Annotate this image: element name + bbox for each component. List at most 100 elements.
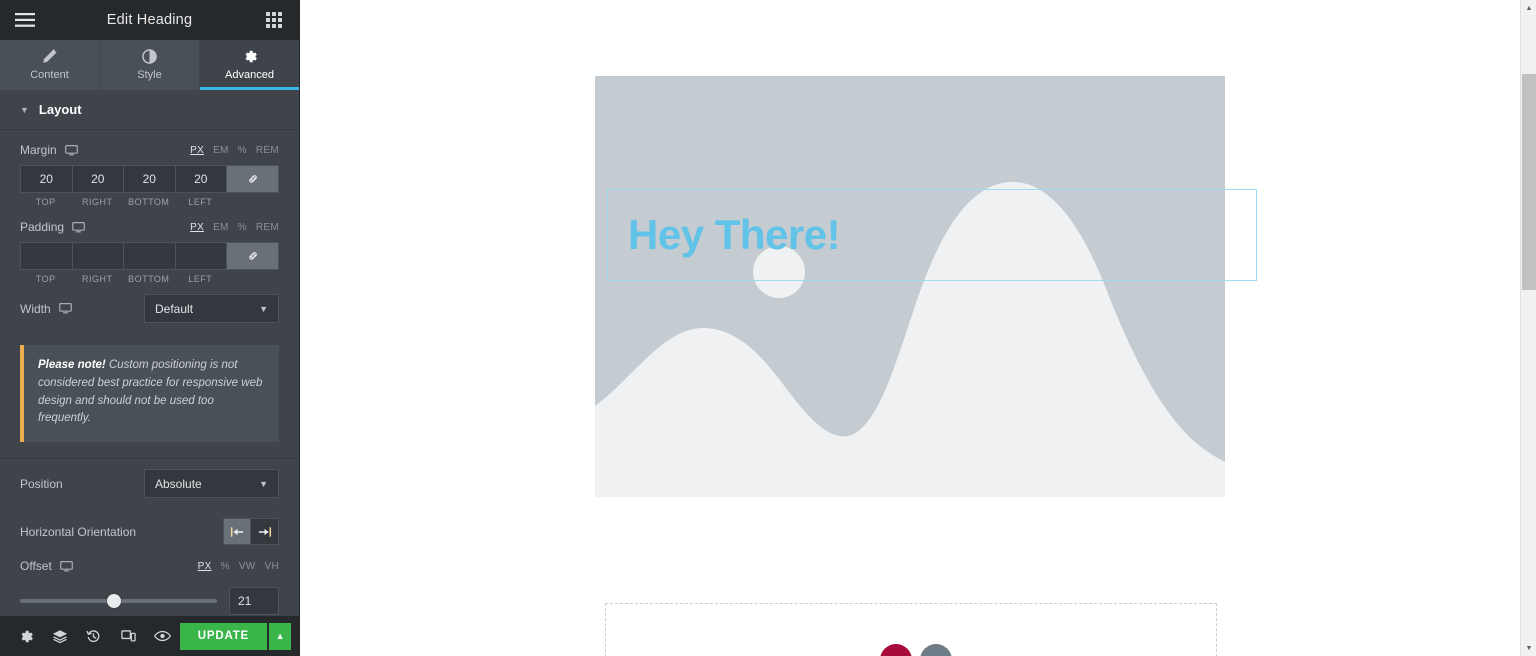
margin-unit-em[interactable]: EM bbox=[213, 145, 229, 156]
padding-link-values-toggle[interactable] bbox=[226, 242, 279, 270]
width-control: Width Default ▼ bbox=[0, 284, 299, 333]
offset-unit-px[interactable]: PX bbox=[198, 561, 212, 572]
padding-side-labels: TOP RIGHT BOTTOM LEFT bbox=[20, 274, 279, 284]
hamburger-menu-icon[interactable] bbox=[12, 7, 38, 33]
width-label: Width bbox=[20, 302, 72, 316]
scroll-down-arrow-icon[interactable]: ▼ bbox=[1521, 640, 1536, 656]
chevron-down-icon: ▼ bbox=[259, 303, 268, 314]
offset-label-row: Offset PX % VW VH bbox=[20, 559, 279, 573]
offset-label: Offset bbox=[20, 559, 52, 574]
panel-header: Edit Heading bbox=[0, 0, 299, 40]
tab-advanced[interactable]: Advanced bbox=[200, 40, 299, 90]
tab-style[interactable]: Style bbox=[100, 40, 200, 90]
padding-left-input[interactable] bbox=[174, 242, 226, 270]
margin-label-bottom: BOTTOM bbox=[128, 197, 170, 207]
align-left-icon[interactable] bbox=[223, 518, 251, 546]
update-options-caret-icon[interactable]: ▲ bbox=[269, 622, 292, 650]
margin-inputs: 20 20 20 20 bbox=[20, 165, 279, 193]
padding-units: PX EM % REM bbox=[190, 222, 279, 233]
chevron-down-icon: ▼ bbox=[20, 104, 29, 115]
section-layout-title: Layout bbox=[38, 102, 82, 117]
editor-canvas: Hey There! bbox=[300, 0, 1520, 656]
panel-title: Edit Heading bbox=[106, 12, 193, 28]
panel-tabs: Content Style Advanced bbox=[0, 40, 299, 90]
offset-unit-pct[interactable]: % bbox=[221, 561, 230, 572]
margin-label-top: TOP bbox=[35, 197, 56, 207]
page-scrollbar[interactable]: ▲ ▼ bbox=[1520, 0, 1536, 656]
margin-link-values-toggle[interactable] bbox=[226, 165, 279, 193]
margin-right-input[interactable]: 20 bbox=[71, 165, 123, 193]
offset-value-input[interactable]: 21 bbox=[229, 587, 279, 616]
align-right-icon[interactable] bbox=[251, 518, 279, 546]
offset-unit-vh[interactable]: VH bbox=[265, 561, 280, 572]
margin-label-right: RIGHT bbox=[82, 197, 113, 207]
heading-widget[interactable]: Hey There! bbox=[607, 189, 1257, 281]
margin-units: PX EM % REM bbox=[190, 145, 279, 156]
padding-inputs bbox=[20, 242, 279, 270]
padding-unit-px[interactable]: PX bbox=[190, 222, 204, 233]
empty-section-dropzone[interactable] bbox=[605, 603, 1217, 656]
offset-control: Offset PX % VW VH bbox=[0, 555, 299, 573]
section-layout-header[interactable]: ▼ Layout bbox=[0, 90, 299, 130]
padding-labels-spacer bbox=[226, 274, 279, 284]
padding-label-row: Padding PX EM % REM bbox=[20, 220, 279, 234]
placeholder-wave-image[interactable] bbox=[595, 76, 1225, 497]
update-button-group: UPDATE ▲ bbox=[179, 622, 292, 650]
padding-label-top: TOP bbox=[35, 274, 56, 284]
preview-eye-icon[interactable] bbox=[145, 616, 179, 656]
custom-positioning-note: Please note! Custom positioning is not c… bbox=[20, 345, 279, 443]
padding-control: Padding PX EM % REM TOP RIGHT BOTTOM LEF… bbox=[0, 207, 299, 284]
responsive-mode-icon[interactable] bbox=[111, 616, 145, 656]
history-clock-icon[interactable] bbox=[77, 616, 111, 656]
widgets-grid-icon[interactable] bbox=[261, 7, 287, 33]
horizontal-orientation-buttons bbox=[223, 518, 279, 546]
panel-footer: UPDATE ▲ bbox=[0, 616, 299, 656]
padding-label-bottom: BOTTOM bbox=[128, 274, 170, 284]
margin-left-input[interactable]: 20 bbox=[174, 165, 226, 193]
desktop-device-icon[interactable] bbox=[64, 144, 78, 156]
position-select[interactable]: Absolute ▼ bbox=[144, 469, 279, 499]
gear-icon bbox=[242, 49, 257, 64]
margin-unit-rem[interactable]: REM bbox=[256, 145, 279, 156]
scroll-up-arrow-icon[interactable]: ▲ bbox=[1521, 0, 1536, 16]
margin-unit-pct[interactable]: % bbox=[238, 145, 247, 156]
tab-content[interactable]: Content bbox=[0, 40, 100, 90]
padding-top-input[interactable] bbox=[20, 242, 72, 270]
padding-right-input[interactable] bbox=[71, 242, 123, 270]
padding-unit-pct[interactable]: % bbox=[238, 222, 247, 233]
position-control: Position Absolute ▼ bbox=[0, 459, 299, 508]
settings-gear-icon[interactable] bbox=[8, 616, 42, 656]
tab-style-label: Style bbox=[137, 69, 162, 81]
padding-unit-em[interactable]: EM bbox=[213, 222, 229, 233]
margin-unit-px[interactable]: PX bbox=[190, 145, 204, 156]
padding-unit-rem[interactable]: REM bbox=[256, 222, 279, 233]
heading-text: Hey There! bbox=[628, 211, 841, 258]
width-label-text: Width bbox=[20, 301, 51, 316]
panel-body: ▼ Layout Margin PX EM % REM 20 20 20 20 … bbox=[0, 90, 299, 616]
scrollbar-thumb[interactable] bbox=[1522, 74, 1536, 290]
margin-bottom-input[interactable]: 20 bbox=[123, 165, 175, 193]
offset-slider-row: 21 bbox=[0, 581, 299, 616]
desktop-device-icon[interactable] bbox=[58, 303, 72, 314]
editor-panel: Edit Heading Content Style Advanced ▼ La… bbox=[0, 0, 300, 656]
navigator-layers-icon[interactable] bbox=[42, 616, 76, 656]
tab-content-label: Content bbox=[30, 69, 69, 81]
desktop-device-icon[interactable] bbox=[72, 221, 85, 233]
update-button[interactable]: UPDATE bbox=[179, 622, 268, 650]
width-select[interactable]: Default ▼ bbox=[144, 294, 279, 323]
margin-top-input[interactable]: 20 bbox=[20, 165, 72, 193]
desktop-device-icon[interactable] bbox=[59, 560, 73, 572]
note-strong: Please note! bbox=[38, 359, 106, 371]
padding-bottom-input[interactable] bbox=[123, 242, 175, 270]
padding-label: Padding bbox=[20, 220, 65, 234]
padding-label-right: RIGHT bbox=[82, 274, 113, 284]
margin-label: Margin bbox=[20, 143, 57, 157]
width-select-value: Default bbox=[155, 301, 194, 316]
offset-slider-knob[interactable] bbox=[106, 594, 121, 609]
margin-label-left: LEFT bbox=[188, 197, 213, 207]
offset-units: PX % VW VH bbox=[198, 561, 279, 572]
offset-slider[interactable] bbox=[20, 591, 217, 611]
margin-side-labels: TOP RIGHT BOTTOM LEFT bbox=[20, 197, 279, 207]
tab-advanced-label: Advanced bbox=[225, 69, 274, 81]
offset-unit-vw[interactable]: VW bbox=[239, 561, 256, 572]
